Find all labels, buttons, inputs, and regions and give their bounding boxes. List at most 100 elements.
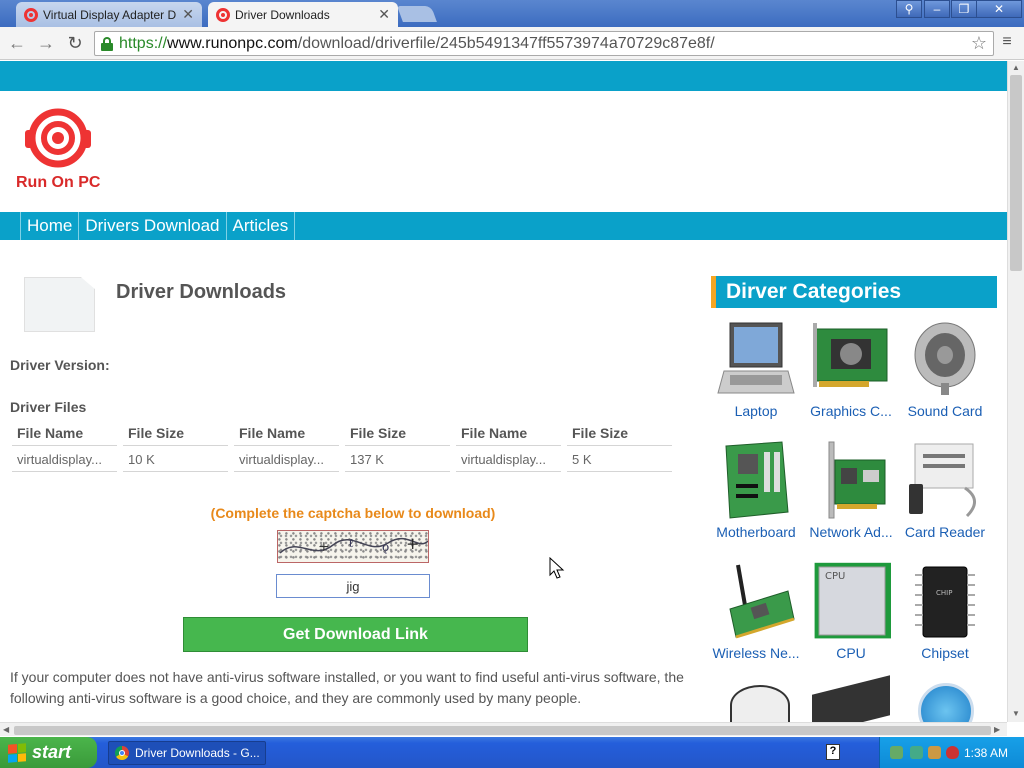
horizontal-scroll-thumb[interactable] [14, 726, 991, 735]
column-header: File Name [234, 421, 339, 446]
cpu-chip-text: CPU [825, 571, 845, 582]
system-tray: 1:38 AM [879, 737, 1024, 768]
category-graphics-card[interactable]: Graphics C... [804, 319, 898, 419]
card-reader-icon [905, 440, 985, 522]
get-download-link-button[interactable]: Get Download Link [183, 617, 528, 652]
restore-button[interactable]: ❐ [951, 0, 977, 18]
category-label: Laptop [734, 403, 778, 419]
speaker-icon [905, 319, 985, 401]
taskbar-item-chrome[interactable]: Driver Downloads - G... [108, 741, 266, 765]
url-host: www.runonpc.com [167, 34, 298, 52]
browser-menu-icon[interactable]: ≡ [1000, 33, 1014, 51]
tab-label: Driver Downloads [235, 7, 330, 22]
nav-drivers-download[interactable]: Drivers Download [79, 212, 227, 240]
bookmark-star-icon[interactable]: ☆ [971, 33, 987, 54]
column-header: File Size [567, 421, 672, 446]
file-name-cell[interactable]: virtualdisplay... [456, 446, 561, 472]
file-name-cell[interactable]: virtualdisplay... [234, 446, 339, 472]
captcha-squiggle-icon: + ℓ ǫ + [279, 534, 428, 555]
driver-files-table: File Name File Size File Name File Size … [12, 421, 678, 472]
graphics-card-icon [811, 319, 891, 401]
category-motherboard[interactable]: Motherboard [709, 440, 803, 540]
vertical-scrollbar[interactable]: ▲ ▼ [1007, 61, 1024, 722]
captcha-input[interactable] [276, 574, 430, 598]
help-icon[interactable]: ? [826, 744, 840, 760]
page-title: Driver Downloads [116, 281, 287, 303]
svg-text:+: + [406, 534, 419, 553]
motherboard-icon [716, 440, 796, 522]
nav-spacer [0, 212, 21, 240]
category-network-adapter[interactable]: Network Ad... [804, 440, 898, 540]
category-sound-card[interactable]: Sound Card [898, 319, 992, 419]
category-card-reader[interactable]: Card Reader [898, 440, 992, 540]
back-arrow-icon[interactable]: ← [6, 33, 28, 54]
scroll-left-arrow-icon[interactable]: ◀ [3, 725, 9, 734]
file-size-cell: 10 K [123, 446, 228, 472]
windows-taskbar: start Driver Downloads - G... ? 1:38 AM [0, 737, 1024, 768]
start-button[interactable]: start [0, 737, 97, 768]
driver-files-label: Driver Files [10, 399, 87, 415]
category-laptop[interactable]: Laptop [709, 319, 803, 419]
mouse-cursor-icon [549, 557, 565, 579]
minimize-button[interactable]: – [924, 0, 950, 18]
antivirus-note: If your computer does not have anti-viru… [10, 669, 684, 706]
site-nav-bar: Home Drivers Download Articles [0, 212, 1007, 240]
category-label: Sound Card [907, 403, 983, 419]
horizontal-scrollbar[interactable]: ◀ ▶ [0, 722, 1007, 736]
update-tray-icon[interactable] [910, 746, 923, 759]
close-window-button[interactable]: ✕ [976, 0, 1022, 18]
logo-text: Run On PC [16, 174, 101, 191]
start-label: start [32, 742, 72, 762]
svg-text:ℓ: ℓ [348, 536, 354, 550]
file-name-cell[interactable]: virtualdisplay... [12, 446, 117, 472]
network-tray-icon[interactable] [890, 746, 903, 759]
category-cpu[interactable]: CPU CPU [804, 561, 898, 661]
hard-drive-icon [730, 685, 790, 722]
categories-header: Dirver Categories [711, 276, 997, 308]
category-label: Card Reader [904, 524, 986, 540]
column-header: File Size [123, 421, 228, 446]
ram-module-icon [812, 675, 890, 722]
user-profile-icon[interactable]: ⚲ [896, 0, 922, 18]
category-label: Chipset [921, 645, 969, 661]
reload-icon[interactable]: ↻ [64, 33, 86, 54]
new-tab-button[interactable] [397, 6, 437, 22]
category-label: Motherboard [716, 524, 796, 540]
address-bar[interactable]: https://www.runonpc.com/download/driverf… [94, 31, 994, 56]
forward-arrow-icon[interactable]: → [35, 33, 57, 54]
captcha-image: + ℓ ǫ + [277, 530, 429, 563]
site-logo[interactable]: Run On PC [16, 106, 104, 196]
lock-icon [101, 36, 113, 51]
nav-articles[interactable]: Articles [227, 212, 296, 240]
category-wireless-network[interactable]: Wireless Ne... [709, 561, 803, 661]
taskbar-item-label: Driver Downloads - G... [135, 746, 260, 760]
shield-tray-icon[interactable] [946, 746, 959, 759]
chrome-icon [115, 746, 129, 760]
category-label: Graphics C... [810, 403, 892, 419]
url-scheme: https:// [119, 34, 168, 52]
browser-toolbar: ← → ↻ https://www.runonpc.com/download/d… [0, 27, 1024, 60]
clock: 1:38 AM [963, 746, 1008, 760]
scroll-down-arrow-icon[interactable]: ▼ [1012, 709, 1020, 718]
cpu-icon: CPU [811, 561, 892, 643]
close-tab-icon[interactable]: ✕ [182, 6, 194, 23]
scroll-up-arrow-icon[interactable]: ▲ [1012, 63, 1020, 72]
headphones-logo-icon [25, 108, 91, 168]
scroll-right-arrow-icon[interactable]: ▶ [994, 725, 1000, 734]
nav-home[interactable]: Home [21, 212, 80, 240]
svg-text:ǫ: ǫ [382, 540, 389, 554]
file-size-cell: 5 K [567, 446, 672, 472]
close-tab-icon[interactable]: ✕ [378, 6, 390, 23]
wireless-card-icon [716, 561, 796, 643]
column-header: File Size [345, 421, 450, 446]
tab-virtual-display-adapter[interactable]: Virtual Display Adapter Driver ✕ [16, 2, 202, 27]
security-tray-icon[interactable] [928, 746, 941, 759]
category-chipset[interactable]: CHIP Chipset [898, 561, 992, 661]
column-header: File Name [456, 421, 561, 446]
network-adapter-icon [811, 440, 891, 522]
document-icon [24, 277, 95, 332]
captcha-prompt: (Complete the captcha below to download) [210, 505, 496, 521]
vertical-scroll-thumb[interactable] [1010, 75, 1022, 271]
table-header-row: File Name File Size File Name File Size … [12, 421, 678, 446]
tab-driver-downloads[interactable]: Driver Downloads ✕ [208, 2, 398, 27]
